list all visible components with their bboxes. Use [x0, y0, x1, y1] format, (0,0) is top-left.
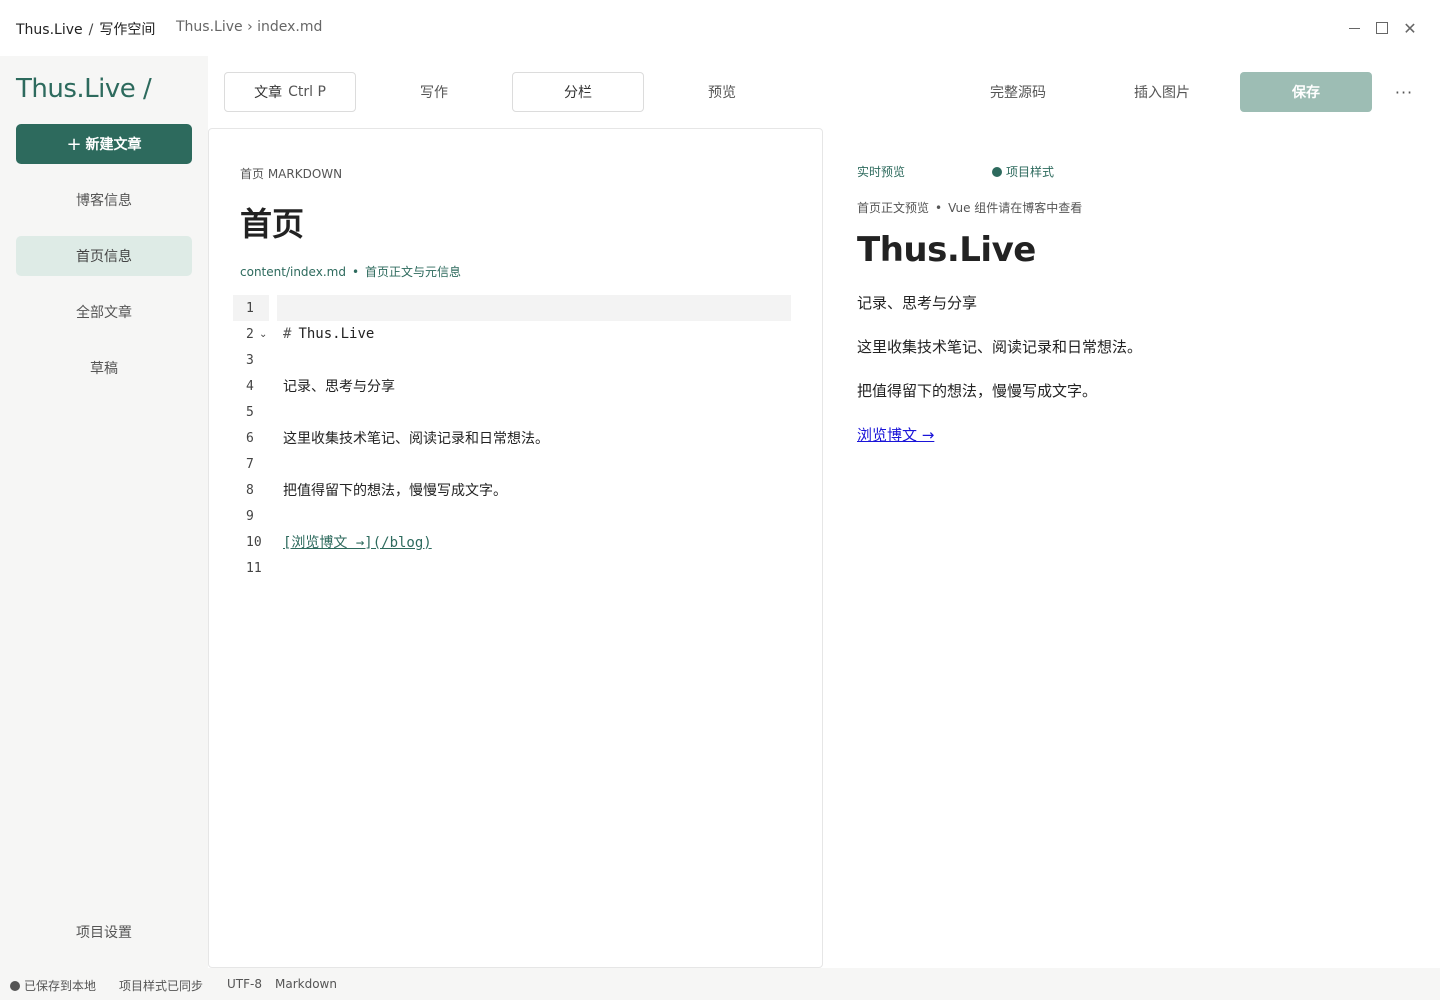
save-button[interactable]: 保存 — [1240, 72, 1372, 112]
fold-chevron-icon[interactable]: ⌄ — [259, 329, 267, 340]
line-content[interactable]: # Thus.Live — [277, 321, 791, 347]
more-options-icon[interactable]: ··· — [1392, 72, 1416, 112]
sidebar-item-home-info[interactable]: 首页信息 — [16, 236, 192, 276]
line-content[interactable] — [277, 347, 791, 373]
line-number: 7 — [246, 456, 254, 472]
project-style-toggle[interactable]: 项目样式 — [992, 163, 1054, 180]
line-number: 5 — [246, 404, 254, 420]
status-dot-icon — [992, 166, 1002, 177]
line-content[interactable]: 这里收集技术笔记、阅读记录和日常想法。 — [277, 425, 791, 451]
line-text: 把值得留下的想法，慢慢写成文字。 — [283, 483, 507, 499]
line-number: 8 — [246, 482, 254, 498]
project-style-label: 项目样式 — [1006, 165, 1055, 179]
save-status: 已保存到本地 — [10, 977, 96, 994]
insert-image-button[interactable]: 插入图片 — [1096, 72, 1228, 112]
app-name: Thus.Live — [16, 22, 83, 38]
saved-dot-icon — [10, 980, 20, 991]
meta-dot: • — [351, 265, 360, 279]
code-line[interactable]: 4 记录、思考与分享 — [233, 373, 793, 399]
browse-posts-link[interactable]: 浏览博文 → — [857, 424, 934, 445]
language-indicator[interactable]: Markdown — [275, 977, 337, 991]
tab-articles-label: 文章 — [254, 85, 283, 101]
code-line[interactable]: 7 — [233, 451, 793, 477]
title-bar: Thus.Live / 写作空间 Thus.Live › index.md ✕ — [0, 0, 1440, 56]
code-editor[interactable]: 1 2 ⌄ # Thus.Live 3 4 记录、思考与分享 5 6 这里收集技术… — [233, 295, 793, 581]
preview-paragraph: 把值得留下的想法，慢慢写成文字。 — [857, 382, 1098, 400]
line-content[interactable] — [277, 295, 791, 321]
new-article-button[interactable]: + 新建文章 — [16, 124, 192, 164]
line-content[interactable] — [277, 503, 791, 529]
toolbar: 文章 Ctrl P 写作 分栏 预览 完整源码 插入图片 保存 ··· — [208, 56, 1440, 128]
markdown-link[interactable]: [浏览博文 →](/blog) — [283, 532, 432, 552]
line-number: 6 — [246, 430, 254, 446]
line-text: 这里收集技术笔记、阅读记录和日常想法。 — [283, 431, 549, 447]
file-path: content/index.md — [240, 265, 346, 279]
line-number: 4 — [246, 378, 254, 394]
preview-subtitle-left: 首页正文预览 — [857, 201, 930, 215]
project-settings-button[interactable]: 项目设置 — [16, 912, 192, 952]
new-article-label: 新建文章 — [85, 137, 142, 153]
line-number: 11 — [246, 560, 262, 576]
maximize-icon[interactable] — [1372, 18, 1392, 38]
line-content[interactable]: 把值得留下的想法，慢慢写成文字。 — [277, 477, 791, 503]
editor-panel: 首页 MARKDOWN 首页 content/index.md • 首页正文与元信息… — [208, 128, 823, 968]
preview-paragraph: 这里收集技术笔记、阅读记录和日常想法。 — [857, 338, 1143, 356]
full-source-button[interactable]: 完整源码 — [952, 72, 1084, 112]
line-content[interactable] — [277, 451, 791, 477]
tab-split[interactable]: 分栏 — [512, 72, 644, 112]
brand-logo: Thus.Live / — [16, 74, 152, 104]
preview-panel: 实时预览 项目样式 首页正文预览 • Vue 组件请在博客中查看 Thus.Live… — [823, 128, 1440, 968]
editor-meta: content/index.md • 首页正文与元信息 — [240, 263, 461, 280]
line-text: 记录、思考与分享 — [283, 379, 395, 395]
code-line[interactable]: 9 — [233, 503, 793, 529]
code-line[interactable]: 11 — [233, 555, 793, 581]
preview-subtitle: 首页正文预览 • Vue 组件请在博客中查看 — [857, 199, 1082, 216]
encoding-indicator[interactable]: UTF-8 — [227, 977, 262, 991]
tab-articles[interactable]: 文章 Ctrl P — [224, 72, 356, 112]
line-number: 3 — [246, 352, 254, 368]
editor-kicker: 首页 MARKDOWN — [240, 167, 343, 181]
live-preview-label: 实时预览 — [857, 165, 906, 179]
workspace-name: 写作空间 — [99, 22, 156, 38]
tab-preview[interactable]: 预览 — [656, 72, 788, 112]
sidebar-item-blog-info[interactable]: 博客信息 — [16, 180, 192, 220]
code-line[interactable]: 2 ⌄ # Thus.Live — [233, 321, 793, 347]
line-content[interactable]: [浏览博文 →](/blog) — [277, 529, 791, 555]
line-content[interactable] — [277, 399, 791, 425]
shortcut-hint: Ctrl P — [288, 84, 326, 100]
line-number: 10 — [246, 534, 262, 550]
sidebar-item-drafts[interactable]: 草稿 — [16, 348, 192, 388]
preview-paragraph: 记录、思考与分享 — [857, 294, 978, 312]
sidebar: Thus.Live / + 新建文章 博客信息 首页信息 全部文章 草稿 项目设置 — [0, 56, 208, 968]
tab-write[interactable]: 写作 — [368, 72, 500, 112]
code-line[interactable]: 8 把值得留下的想法，慢慢写成文字。 — [233, 477, 793, 503]
preview-subtitle-right: Vue 组件请在博客中查看 — [948, 201, 1083, 215]
code-line[interactable]: 1 — [233, 295, 793, 321]
subtitle-dot: • — [935, 201, 943, 215]
title-separator: / — [88, 22, 94, 38]
line-number: 9 — [246, 508, 254, 524]
sidebar-item-all-articles[interactable]: 全部文章 — [16, 292, 192, 332]
code-line[interactable]: 6 这里收集技术笔记、阅读记录和日常想法。 — [233, 425, 793, 451]
status-bar: 已保存到本地 项目样式已同步 UTF-8 Markdown — [0, 968, 1440, 1000]
line-number: 1 — [233, 295, 269, 321]
heading-text: Thus.Live — [298, 326, 375, 342]
heading-marker: # — [283, 326, 292, 342]
meta-description: 首页正文与元信息 — [365, 265, 462, 279]
page-title: 首页 — [240, 205, 305, 243]
preview-heading: Thus.Live — [857, 230, 1036, 270]
file-breadcrumb: Thus.Live › index.md — [176, 19, 323, 35]
close-icon[interactable]: ✕ — [1400, 18, 1420, 38]
code-line[interactable]: 5 — [233, 399, 793, 425]
minimize-icon[interactable] — [1344, 18, 1364, 38]
code-line[interactable]: 3 — [233, 347, 793, 373]
plus-icon: + — [66, 133, 82, 155]
line-content[interactable] — [277, 555, 791, 581]
window-title: Thus.Live / 写作空间 — [16, 19, 155, 39]
style-sync-status: 项目样式已同步 — [119, 979, 204, 993]
save-status-text: 已保存到本地 — [24, 979, 97, 993]
line-content[interactable]: 记录、思考与分享 — [277, 373, 791, 399]
code-line[interactable]: 10 [浏览博文 →](/blog) — [233, 529, 793, 555]
